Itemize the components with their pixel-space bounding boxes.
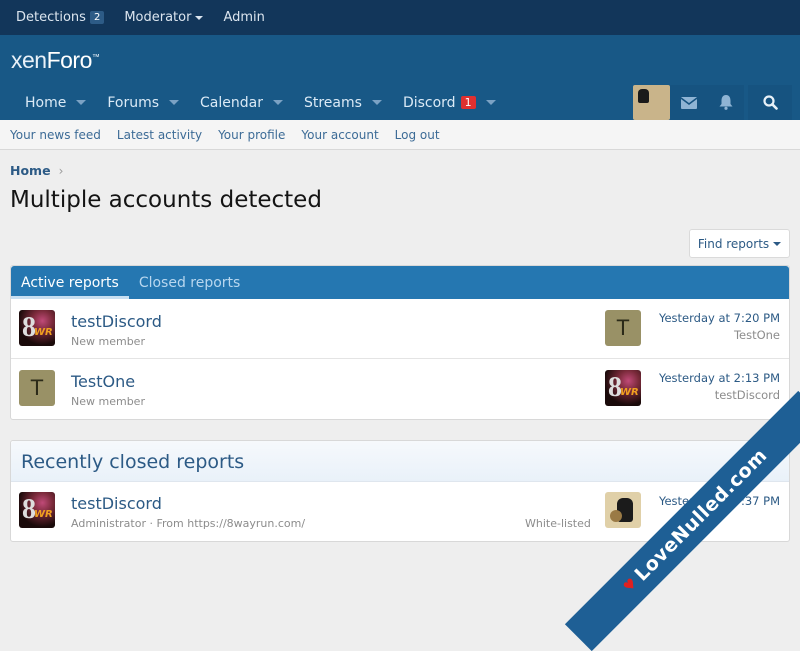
report-tabs: Active reports Closed reports	[11, 266, 789, 299]
detections-label: Detections	[16, 10, 86, 25]
nav-tab-streams[interactable]: Streams	[293, 95, 382, 111]
tab-active-reports[interactable]: Active reports	[11, 266, 129, 299]
staff-bar: Detections 2 Moderator Admin	[0, 0, 800, 35]
news-feed-link[interactable]: Your news feed	[10, 128, 101, 142]
your-account-link[interactable]: Your account	[301, 128, 378, 142]
detections-count-badge: 2	[89, 11, 105, 24]
search-icon	[762, 95, 778, 110]
main-nav: Home Forums Calendar Streams Discord 1	[0, 85, 800, 120]
other-user-avatar[interactable]: T	[605, 310, 641, 346]
user-avatar	[633, 85, 670, 120]
sub-nav: Your news feed Latest activity Your prof…	[0, 120, 800, 150]
report-row[interactable]: testDiscord New member T Yesterday at 7:…	[11, 299, 789, 359]
site-header: xenForo™	[0, 35, 800, 85]
chevron-down-icon[interactable]	[76, 100, 87, 105]
caret-down-icon	[195, 15, 204, 20]
report-by-user[interactable]: testDiscord	[715, 388, 780, 402]
report-by-user[interactable]: TestOne	[734, 328, 780, 342]
report-time[interactable]: Yesterday at 2:13 PM	[659, 371, 780, 385]
admin-link[interactable]: Admin	[213, 10, 274, 25]
chevron-down-icon[interactable]	[371, 100, 382, 105]
report-user-title: New member	[71, 335, 145, 348]
reports-block: Active reports Closed reports testDiscor…	[10, 265, 790, 420]
find-reports-label: Find reports	[697, 236, 770, 251]
chevron-down-icon[interactable]	[485, 100, 496, 105]
log-out-link[interactable]: Log out	[395, 128, 440, 142]
report-row[interactable]: T TestOne New member Yesterday at 2:13 P…	[11, 359, 789, 419]
nav-label: Discord	[402, 94, 456, 111]
your-profile-link[interactable]: Your profile	[218, 128, 285, 142]
user-controls	[633, 85, 744, 120]
detections-link[interactable]: Detections 2	[6, 10, 114, 25]
nav-tab-discord[interactable]: Discord 1	[392, 95, 496, 111]
moderator-menu[interactable]: Moderator	[114, 10, 213, 25]
report-time[interactable]: Yesterday at 7:20 PM	[659, 311, 780, 325]
user-nav	[633, 85, 800, 120]
breadcrumb-home[interactable]: Home	[10, 163, 51, 178]
envelope-icon	[680, 96, 697, 109]
report-status: White-listed	[525, 517, 591, 530]
nav-label: Forums	[107, 94, 160, 111]
breadcrumb: Home ›	[10, 163, 800, 178]
other-user-avatar[interactable]	[605, 370, 641, 406]
latest-activity-link[interactable]: Latest activity	[117, 128, 202, 142]
report-username[interactable]: testDiscord	[71, 312, 162, 331]
chevron-right-icon: ›	[58, 163, 64, 178]
find-reports-button[interactable]: Find reports	[689, 229, 790, 258]
caret-down-icon	[773, 241, 782, 246]
report-user-info: Administrator · From https://8wayrun.com…	[71, 517, 306, 530]
conversations-button[interactable]	[670, 85, 707, 120]
nav-label: Home	[25, 94, 67, 111]
site-logo[interactable]: xenForo™	[11, 47, 789, 74]
logo-part2: Foro	[46, 47, 93, 73]
discord-alert-badge: 1	[460, 96, 476, 109]
report-user-title: New member	[71, 395, 145, 408]
alerts-button[interactable]	[707, 85, 744, 120]
bell-icon	[719, 95, 732, 110]
page-title: Multiple accounts detected	[10, 187, 322, 213]
user-avatar[interactable]	[19, 310, 55, 346]
moderator-label: Moderator	[124, 10, 192, 25]
chevron-down-icon[interactable]	[169, 100, 180, 105]
other-user-avatar[interactable]	[605, 492, 641, 528]
user-avatar[interactable]: T	[19, 370, 55, 406]
nav-tab-home[interactable]: Home	[14, 94, 87, 111]
logo-tm: ™	[91, 52, 100, 62]
recent-closed-header: Recently closed reports	[11, 441, 789, 482]
nav-label: Calendar	[200, 94, 263, 111]
tab-closed-reports[interactable]: Closed reports	[129, 266, 251, 299]
user-avatar[interactable]	[19, 492, 55, 528]
chevron-down-icon[interactable]	[272, 100, 283, 105]
search-button[interactable]	[748, 85, 792, 120]
nav-tab-calendar[interactable]: Calendar	[189, 95, 283, 111]
report-username[interactable]: TestOne	[71, 372, 135, 391]
nav-label: Streams	[303, 94, 362, 111]
logo-part1: xen	[11, 47, 47, 73]
nav-tab-forums[interactable]: Forums	[96, 94, 180, 111]
report-username[interactable]: testDiscord	[71, 494, 162, 513]
account-avatar-button[interactable]	[633, 85, 670, 120]
